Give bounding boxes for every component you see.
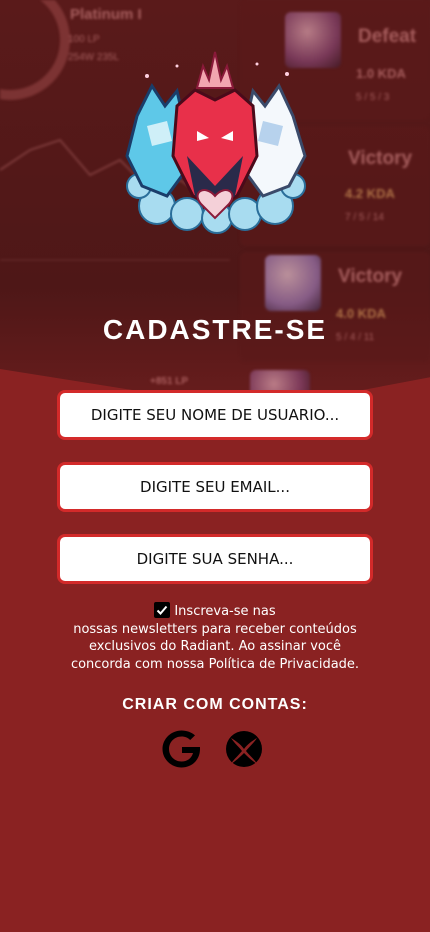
background-match-result: Defeat — [358, 26, 417, 47]
newsletter-text-line3: exclusivos do Radiant. Ao assinar você — [88, 639, 341, 654]
email-field[interactable] — [57, 462, 373, 512]
background-record: 254W 235L — [68, 52, 120, 63]
background-match-kda: 1.0 KDA — [356, 66, 406, 81]
radiant-logo — [125, 51, 307, 234]
background-lp: 100 LP — [68, 34, 100, 45]
newsletter-checkbox[interactable] — [154, 602, 171, 618]
newsletter-text-line2: nossas newsletters para receber conteúdo… — [73, 621, 357, 637]
background-match-score: 5 / 5 / 3 — [356, 92, 390, 103]
background-match-score: 7 / 5 / 14 — [345, 212, 384, 223]
page-title: CADASTRE-SE — [102, 314, 328, 345]
newsletter-consent: Inscreva-se nas nossas newsletters para … — [40, 602, 390, 673]
newsletter-text-line1: Inscreva-se nas — [174, 604, 276, 619]
background-match-result: Victory — [348, 148, 413, 169]
background-champion-thumb — [265, 255, 321, 311]
background-lp-gain: +851 LP — [150, 376, 189, 387]
username-input[interactable] — [60, 392, 370, 438]
background-match-result: Victory — [338, 266, 403, 287]
background-rank: Platinum I — [70, 6, 142, 23]
background-match-kda: 4.2 KDA — [345, 186, 395, 201]
username-field[interactable] — [57, 390, 373, 440]
checkmark-icon — [157, 605, 168, 615]
google-icon[interactable] — [160, 730, 204, 768]
email-input[interactable] — [60, 464, 370, 510]
password-input[interactable] — [60, 536, 370, 582]
newsletter-text-line4: concorda com nossa Política de Privacida… — [70, 656, 360, 672]
password-field[interactable] — [57, 534, 373, 584]
xbox-icon[interactable] — [222, 730, 266, 768]
social-signup-label: CRIAR COM CONTAS: — [122, 696, 308, 713]
